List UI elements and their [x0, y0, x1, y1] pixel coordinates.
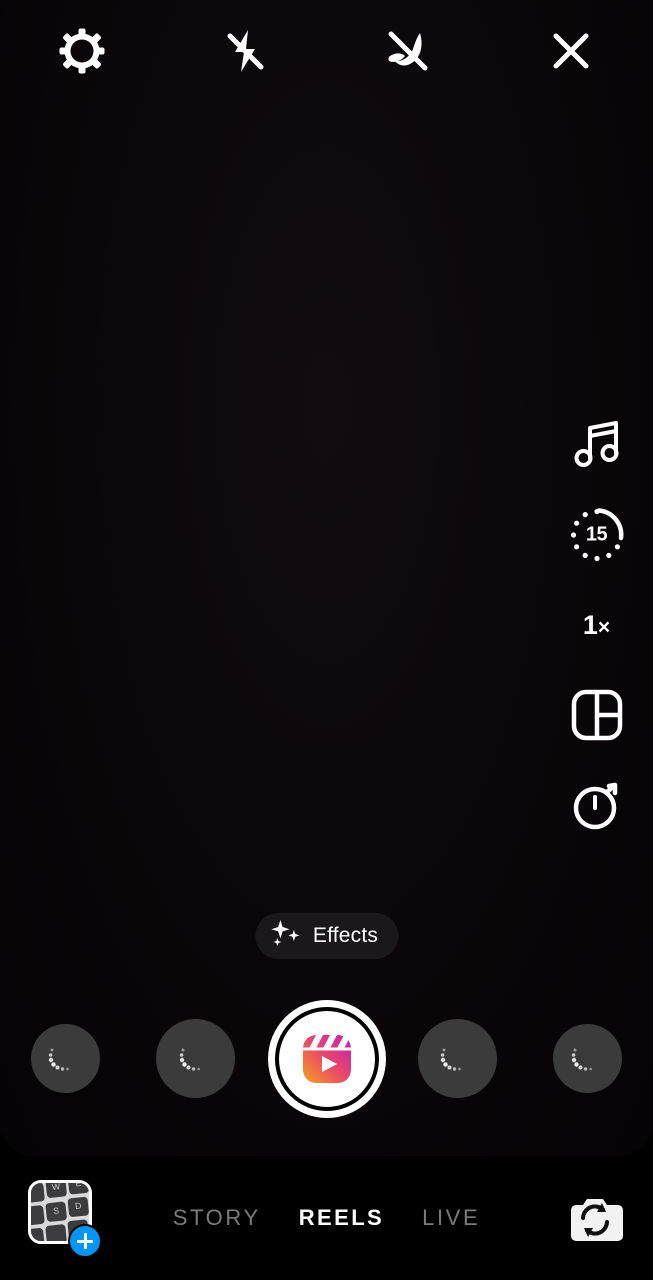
settings-button[interactable]: [0, 0, 163, 102]
effects-label: Effects: [312, 924, 379, 947]
loading-spinner-icon: [440, 1048, 461, 1071]
top-toolbar: [0, 0, 653, 102]
gallery-button[interactable]: W E R S D: [28, 1180, 102, 1258]
layout-icon: [569, 687, 625, 743]
timer-button[interactable]: [540, 760, 653, 850]
flash-toggle-button[interactable]: [163, 0, 326, 102]
tab-reels[interactable]: REELS: [299, 1205, 384, 1231]
settings-gear-icon: [57, 26, 107, 76]
audio-button[interactable]: [540, 400, 653, 490]
sparkles-icon: [269, 919, 303, 954]
effects-button[interactable]: Effects: [254, 913, 399, 959]
effect-thumb[interactable]: [553, 1024, 623, 1093]
timer-icon: [569, 777, 625, 833]
effect-slot: [522, 1024, 653, 1093]
loading-spinner-icon: [179, 1048, 200, 1071]
effect-thumb[interactable]: [30, 1024, 100, 1093]
add-to-story-badge[interactable]: [68, 1224, 102, 1258]
reels-icon: [300, 1032, 354, 1086]
flip-camera-button[interactable]: [564, 1187, 626, 1249]
duration-icon: [566, 504, 628, 566]
speed-button[interactable]: 1×: [540, 580, 653, 670]
camera-flip-icon: [564, 1199, 626, 1253]
flash-off-icon: [219, 25, 271, 77]
bottom-bar: W E R S D STORY REELS: [0, 1156, 653, 1280]
retouch-off-icon: [380, 23, 436, 79]
capture-slot: [261, 999, 392, 1118]
close-button[interactable]: [490, 0, 653, 102]
effect-thumb[interactable]: [156, 1019, 236, 1098]
loading-spinner-icon: [49, 1048, 70, 1071]
close-icon: [548, 28, 594, 74]
effect-thumb[interactable]: [417, 1019, 497, 1098]
duration-button[interactable]: 15: [540, 490, 653, 580]
tab-story[interactable]: STORY: [173, 1205, 261, 1231]
loading-spinner-icon: [571, 1048, 592, 1071]
capture-button[interactable]: [267, 999, 386, 1118]
effect-slot: [392, 1019, 523, 1098]
effects-carousel: [0, 996, 653, 1121]
speed-value: 1×: [582, 609, 611, 640]
tool-rail: 15 1×: [540, 400, 653, 850]
audio-icon: [571, 418, 623, 472]
effect-slot: [131, 1019, 262, 1098]
tab-live[interactable]: LIVE: [422, 1205, 480, 1231]
effect-slot: [0, 1024, 131, 1093]
layout-button[interactable]: [540, 670, 653, 760]
retouch-toggle-button[interactable]: [327, 0, 490, 102]
camera-screen: 15 1× Effects W E S D STORY REELS LIVE: [0, 0, 653, 1280]
